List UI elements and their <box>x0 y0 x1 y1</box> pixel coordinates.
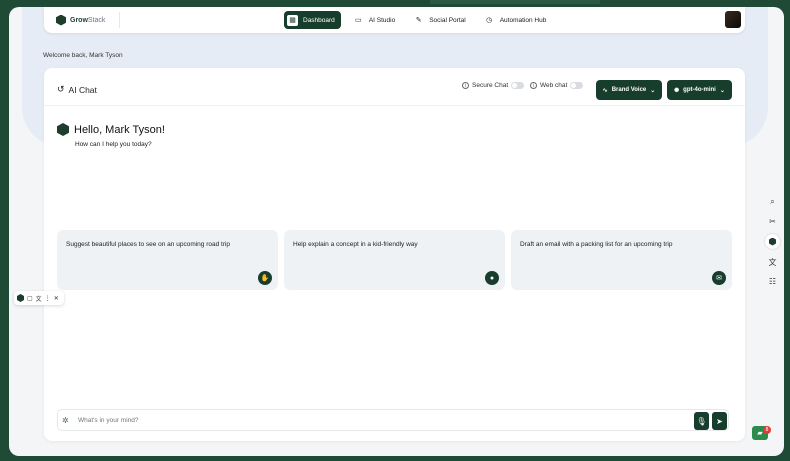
close-icon[interactable]: ✕ <box>54 295 59 302</box>
nav-label: Dashboard <box>303 16 335 24</box>
chat-header: ↺ AI Chat i Secure Chat i Web chat ∿ Bra… <box>44 68 745 106</box>
nav-label: AI Studio <box>368 16 396 24</box>
bot-avatar-icon <box>57 123 69 136</box>
brand-voice-button[interactable]: ∿ Brand Voice ⌄ <box>596 80 662 100</box>
greeting-subtitle: How can I help you today? <box>75 141 152 148</box>
chevron-down-icon: ⌄ <box>650 87 656 94</box>
brand-name: GrowStack <box>70 16 106 24</box>
send-button[interactable]: ➤ <box>712 412 727 430</box>
brand-logo[interactable]: GrowStack <box>56 12 121 28</box>
suggestion-card[interactable]: Draft an email with a packing list for a… <box>511 230 732 290</box>
scissors-icon[interactable]: ✂ <box>767 215 779 227</box>
settings-sliders-icon[interactable]: ☷ <box>767 275 779 287</box>
waveform-icon: ∿ <box>602 87 608 94</box>
greeting: Hello, Mark Tyson! <box>74 123 165 136</box>
chat-bubble-icon: ▰ <box>757 430 763 437</box>
bulb-icon: ● <box>485 271 499 285</box>
suggestion-card[interactable]: Help explain a concept in a kid-friendly… <box>284 230 505 290</box>
hand-icon: ✋ <box>258 271 272 285</box>
info-icon: i <box>462 82 469 89</box>
main-nav: ▦ Dashboard ▭ AI Studio ✎ Social Portal … <box>284 11 552 29</box>
chat-input[interactable] <box>78 416 678 424</box>
welcome-message: Welcome back, Mark Tyson <box>43 52 123 59</box>
model-select[interactable]: ✺ gpt-4o-mini ⌄ <box>667 80 732 100</box>
web-chat-toggle[interactable] <box>570 82 584 89</box>
nav-social-portal[interactable]: ✎ Social Portal <box>407 11 472 29</box>
pen-icon: ✎ <box>415 17 422 24</box>
chevron-down-icon: ⌄ <box>719 87 725 94</box>
greeting-row: Hello, Mark Tyson! <box>57 123 165 136</box>
window-top-strip <box>430 0 600 4</box>
mail-icon: ✉ <box>712 271 726 285</box>
translate-icon[interactable]: 文 <box>36 294 42 303</box>
top-navbar: GrowStack ▦ Dashboard ▭ AI Studio ✎ Soci… <box>44 7 745 33</box>
copy-icon[interactable]: ▢ <box>27 295 33 302</box>
nav-ai-studio[interactable]: ▭ AI Studio <box>347 11 401 29</box>
nav-dashboard[interactable]: ▦ Dashboard <box>284 11 341 29</box>
history-icon[interactable]: ↺ <box>57 84 65 95</box>
web-chat-control: i Web chat <box>530 82 584 89</box>
info-icon: i <box>530 82 537 89</box>
nav-label: Social Portal <box>429 16 466 24</box>
side-toolbar: ⌕ ✂ 文 ☷ <box>765 196 780 287</box>
microphone-button[interactable]: 🎙 <box>694 412 709 430</box>
image-icon: ▭ <box>355 17 362 24</box>
grid-icon: ▦ <box>287 14 298 26</box>
nav-label: Automation Hub <box>499 16 547 24</box>
translate-icon[interactable]: 文 <box>767 256 779 268</box>
sparkle-icon[interactable]: ✲ <box>62 416 72 425</box>
nav-automation-hub[interactable]: ◷ Automation Hub <box>478 11 553 29</box>
assistant-icon[interactable] <box>765 234 780 249</box>
secure-chat-control: i Secure Chat <box>462 82 525 89</box>
chat-card: ↺ AI Chat i Secure Chat i Web chat ∿ Bra… <box>44 68 745 441</box>
more-icon[interactable]: ⋮ <box>45 295 51 302</box>
openai-icon: ✺ <box>674 87 680 94</box>
assistant-icon[interactable] <box>17 294 24 302</box>
user-avatar[interactable] <box>725 11 741 28</box>
secure-chat-toggle[interactable] <box>511 82 525 89</box>
microphone-icon: 🎙 <box>696 416 707 426</box>
search-icon[interactable]: ⌕ <box>767 196 779 208</box>
chat-title: ↺ AI Chat <box>57 84 97 95</box>
send-icon: ➤ <box>716 416 723 426</box>
logo-icon <box>56 14 66 26</box>
floating-toolbar: ▢ 文 ⋮ ✕ <box>14 291 64 305</box>
app-frame: GrowStack ▦ Dashboard ▭ AI Studio ✎ Soci… <box>9 7 784 456</box>
clock-icon: ◷ <box>486 17 493 24</box>
notification-badge: 8 <box>763 426 771 434</box>
chat-input-bar: ✲ 🎙 ➤ <box>57 409 729 431</box>
suggestion-card[interactable]: Suggest beautiful places to see on an up… <box>57 230 278 290</box>
